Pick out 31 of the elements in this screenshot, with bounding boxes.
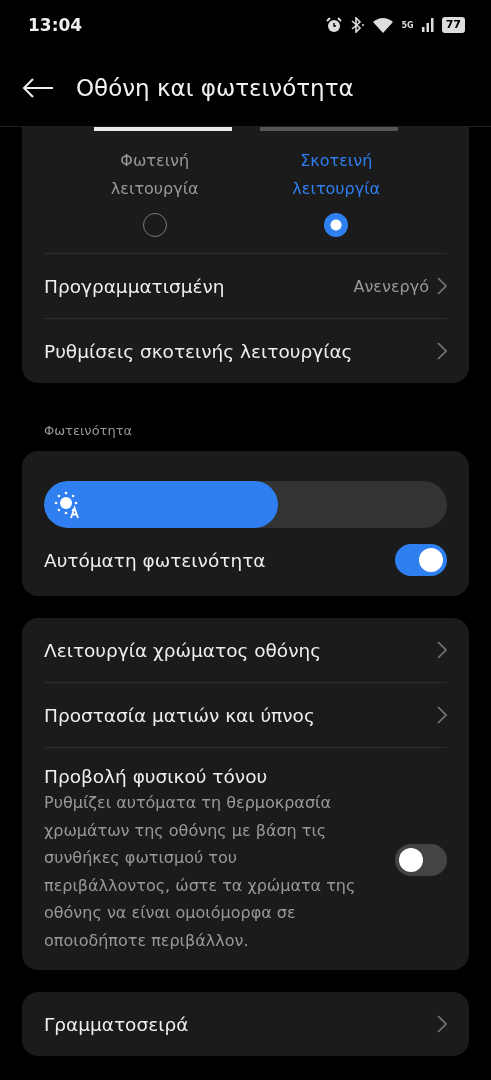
- setting-label[interactable]: Προγραμματισμένη: [44, 275, 225, 297]
- battery-level: 77: [441, 17, 465, 33]
- setting-label: Αυτόματη φωτεινότητα: [44, 549, 266, 571]
- mode-label: Σκοτεινή λειτουργία: [291, 150, 382, 200]
- toggle-switch[interactable]: [395, 844, 447, 876]
- alarm-icon: [325, 17, 342, 33]
- chevron-icon: [437, 641, 447, 659]
- bluetooth-icon: [349, 17, 364, 33]
- page-title: Οθόνη και φωτεινότητα: [76, 75, 354, 101]
- setting-label: Προβολή φυσικού τόνου: [44, 766, 269, 787]
- section-title: Φωτεινότητα: [43, 422, 134, 440]
- brightness-slider[interactable]: [44, 481, 447, 528]
- chevron-icon: [437, 1015, 447, 1033]
- toggle-switch[interactable]: [395, 544, 447, 576]
- mode-label: Φωτεινή λειτουργία: [109, 150, 200, 200]
- setting-description: Ρυθμίζει αυτόματα τη θερμοκρασία χρωμάτων της οθόνης με βάση τις συνθήκες φωτισμού του περιβάλλοντος, ώστε τα χρώματα της οθόνης να είναι ομοιόμορφα σε οποιοδήποτε περιβάλλον.: [44, 792, 357, 952]
- setting-value: Ανενεργό: [353, 276, 429, 296]
- setting-label[interactable]: Προστασία ματιών και ύπνος: [44, 704, 315, 726]
- auto-brightness-icon: [54, 490, 82, 519]
- chevron-icon: [437, 277, 447, 295]
- status-time: 13:04: [28, 15, 83, 35]
- radio-button[interactable]: [324, 213, 349, 237]
- signal-icon: [421, 18, 434, 32]
- setting-label[interactable]: Λειτουργία χρώματος οθόνης: [44, 639, 322, 661]
- setting-label[interactable]: Ρυθμίσεις σκοτεινής λειτουργίας: [44, 340, 353, 362]
- back-icon[interactable]: [22, 77, 54, 99]
- chevron-icon: [437, 706, 447, 724]
- wifi-icon: [371, 17, 394, 33]
- chevron-icon: [437, 342, 447, 360]
- network-label: 5G: [401, 20, 414, 30]
- setting-label[interactable]: Γραμματοσειρά: [44, 1013, 189, 1035]
